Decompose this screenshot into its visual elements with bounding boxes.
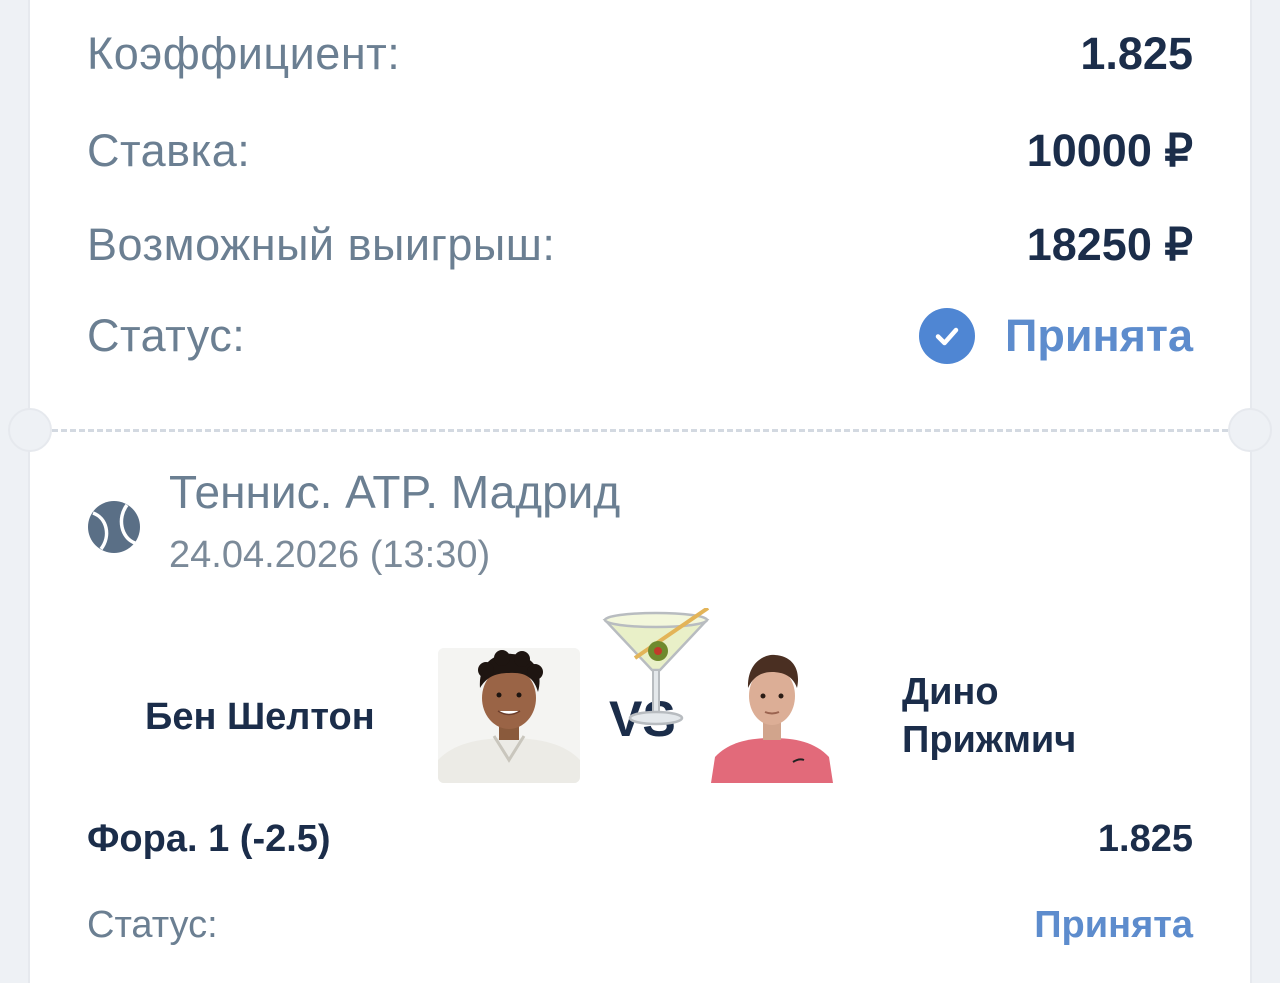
bet-ticket: Коэффициент: 1.825 Ставка: 10000 ₽ Возмо… — [8, 0, 1272, 983]
player2-avatar — [711, 652, 833, 783]
stake-value: 10000 ₽ — [1026, 125, 1193, 176]
bet-status-value: Принята — [1034, 904, 1193, 946]
stake-row: Ставка: 10000 ₽ — [87, 124, 1193, 177]
ticket-divider — [52, 429, 1228, 432]
odds-label: Коэффициент: — [87, 28, 401, 79]
player1-name-text: Бен Шелтон — [145, 696, 375, 738]
odds-value: 1.825 — [1080, 28, 1193, 79]
player2-name-line2: Прижмич — [902, 719, 1077, 761]
status-label: Статус: — [87, 310, 246, 361]
event-datetime: 24.04.2026 (13:30) — [169, 534, 491, 576]
possible-win-row: Возможный выигрыш: 18250 ₽ — [87, 218, 1193, 271]
bet-status-label: Статус: — [87, 904, 218, 946]
odds-row: Коэффициент: 1.825 — [87, 28, 1193, 80]
bet-market-row: Фора. 1 (-2.5) 1.825 — [87, 818, 1193, 861]
check-circle-icon — [919, 308, 975, 364]
tennis-ball-icon — [88, 501, 140, 553]
player1-name: Бен Шелтон — [145, 693, 375, 741]
event-info: Теннис. ATP. Мадрид 24.04.2026 (13:30) — [169, 462, 620, 577]
status-indicator: Принята — [919, 308, 1193, 364]
bet-market-label: Фора. 1 (-2.5) — [87, 818, 331, 860]
stake-label: Ставка: — [87, 124, 251, 176]
bet-market-odds: 1.825 — [1097, 818, 1193, 860]
ticket-notch-left — [8, 408, 52, 452]
player2-name: Дино Прижмич — [902, 668, 1076, 764]
event-header: Теннис. ATP. Мадрид 24.04.2026 (13:30) — [87, 462, 620, 577]
player1-avatar — [438, 648, 580, 783]
possible-win-value: 18250 ₽ — [1026, 219, 1193, 270]
status-row: Статус: Принята — [87, 308, 1193, 364]
bet-status-row: Статус: Принята — [87, 904, 1193, 947]
player2-name-line1: Дино — [902, 671, 999, 713]
cocktail-glass-icon — [602, 608, 710, 726]
status-value: Принята — [1005, 310, 1193, 361]
possible-win-label: Возможный выигрыш: — [87, 218, 556, 270]
ticket-notch-right — [1228, 408, 1272, 452]
event-title: Теннис. ATP. Мадрид — [169, 466, 621, 518]
